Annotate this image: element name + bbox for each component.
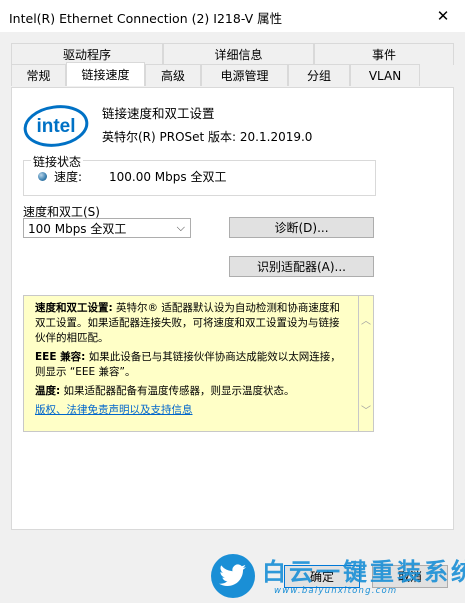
- help-temperature-text: 如果适配器配备有温度传感器，则显示温度状态。: [60, 385, 295, 397]
- scroll-down-icon[interactable]: ﹀: [361, 402, 371, 417]
- intel-logo-icon: intel: [23, 105, 89, 147]
- help-scrollbar[interactable]: ︿ ﹀: [359, 295, 374, 432]
- proset-version: 英特尔(R) PROSet 版本: 20.1.2019.0: [102, 130, 313, 144]
- tab-row-front: 常规 链接速度 高级 电源管理 分组 VLAN: [11, 62, 454, 86]
- twitter-bird-icon: [211, 554, 255, 598]
- watermark-url: www.baiyunxitong.com: [274, 586, 398, 596]
- speed-duplex-selected: 100 Mbps 全双工: [28, 221, 127, 236]
- tab-power-management[interactable]: 电源管理: [201, 64, 288, 86]
- title-bar: Intel(R) Ethernet Connection (2) I218-V …: [0, 0, 465, 32]
- help-paragraph-temperature: 温度: 如果适配器配备有温度传感器，则显示温度状态。: [35, 384, 348, 399]
- tab-link-speed[interactable]: 链接速度: [66, 62, 145, 86]
- watermark: 白云一键重装系统 www.baiyunxitong.com: [206, 549, 465, 603]
- help-text-box: 速度和双工设置: 英特尔® 适配器默认设为自动检测和协商速度和双工设置。如果适配…: [23, 295, 359, 432]
- scroll-up-icon[interactable]: ︿: [361, 312, 371, 327]
- link-status-group: 链接状态 速度: 100.00 Mbps 全双工: [23, 153, 376, 196]
- tab-details[interactable]: 详细信息: [163, 43, 314, 65]
- speed-label: 速度:: [54, 170, 83, 184]
- section-heading: 链接速度和双工设置: [102, 106, 215, 121]
- identify-adapter-button[interactable]: 识别适配器(A)...: [229, 256, 374, 277]
- link-status-icon: [38, 172, 47, 181]
- help-paragraph-eee: EEE 兼容: 如果此设备已与其链接伙伴协商达成能效以太网连接，则显示 “EEE…: [35, 350, 348, 380]
- help-paragraph-speed: 速度和双工设置: 英特尔® 适配器默认设为自动检测和协商速度和双工设置。如果适配…: [35, 301, 348, 346]
- help-temperature-title: 温度:: [35, 385, 61, 397]
- speed-value: 100.00 Mbps 全双工: [109, 170, 227, 184]
- speed-duplex-select[interactable]: 100 Mbps 全双工 ⌵: [23, 218, 191, 238]
- link-speed-panel: intel 链接速度和双工设置 英特尔(R) PROSet 版本: 20.1.2…: [11, 87, 454, 530]
- tab-teaming[interactable]: 分组: [288, 64, 350, 86]
- help-eee-title: EEE 兼容:: [35, 351, 86, 363]
- svg-text:intel: intel: [36, 116, 75, 137]
- help-speed-title: 速度和双工设置:: [35, 302, 113, 314]
- close-icon[interactable]: ✕: [421, 0, 465, 32]
- legal-support-link[interactable]: 版权、法律免责声明以及支持信息: [35, 404, 193, 416]
- window-title: Intel(R) Ethernet Connection (2) I218-V …: [9, 11, 283, 26]
- tab-vlan[interactable]: VLAN: [350, 64, 420, 86]
- tab-advanced[interactable]: 高级: [145, 64, 201, 86]
- watermark-text: 白云一键重装系统: [262, 558, 465, 586]
- tab-events[interactable]: 事件: [314, 43, 454, 65]
- diagnose-button[interactable]: 诊断(D)...: [229, 217, 374, 238]
- tab-general[interactable]: 常规: [11, 64, 66, 86]
- chevron-down-icon: ⌵: [176, 221, 185, 234]
